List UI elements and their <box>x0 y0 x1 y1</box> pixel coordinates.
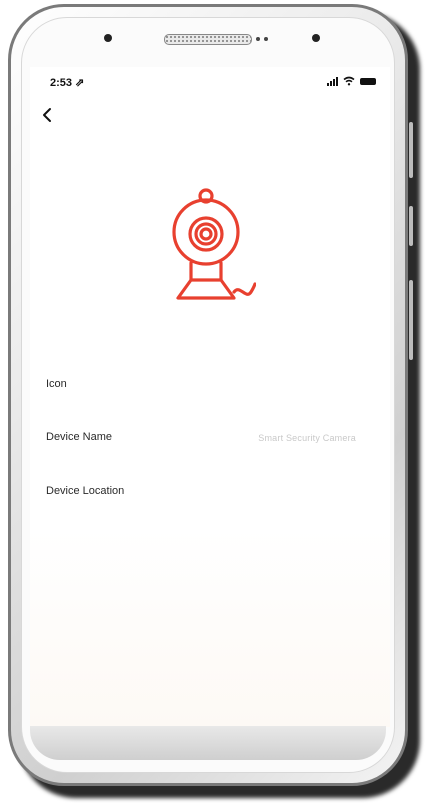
status-bar: 2:53 ⇗ <box>30 67 390 99</box>
proximity-sensor <box>256 37 260 41</box>
earpiece-speaker <box>164 34 252 45</box>
wifi-icon <box>343 76 355 86</box>
device-location-row[interactable]: Device Location <box>30 475 390 511</box>
front-camera-right <box>312 34 320 42</box>
side-button <box>409 280 413 360</box>
power-button <box>409 206 413 246</box>
battery-icon <box>360 77 376 85</box>
app-screen: 2:53 ⇗ Icon Device Name Smart Security C… <box>30 67 390 727</box>
icon-row[interactable]: Icon <box>30 368 390 404</box>
webcam-icon <box>172 188 256 300</box>
back-button[interactable] <box>38 105 58 125</box>
device-name-value: Smart Security Camera <box>258 433 356 443</box>
icon-label: Icon <box>46 378 67 390</box>
device-name-label: Device Name <box>46 431 113 443</box>
volume-button <box>409 122 413 178</box>
light-sensor <box>264 37 268 41</box>
front-camera-left <box>104 34 112 42</box>
status-icons <box>327 76 376 86</box>
signal-icon <box>327 76 338 86</box>
status-time: 2:53 ⇗ <box>50 77 85 89</box>
chevron-left-icon <box>43 108 51 122</box>
device-name-row[interactable]: Device Name Smart Security Camera <box>30 421 390 457</box>
phone-chin <box>30 726 386 760</box>
device-location-label: Device Location <box>46 485 125 497</box>
